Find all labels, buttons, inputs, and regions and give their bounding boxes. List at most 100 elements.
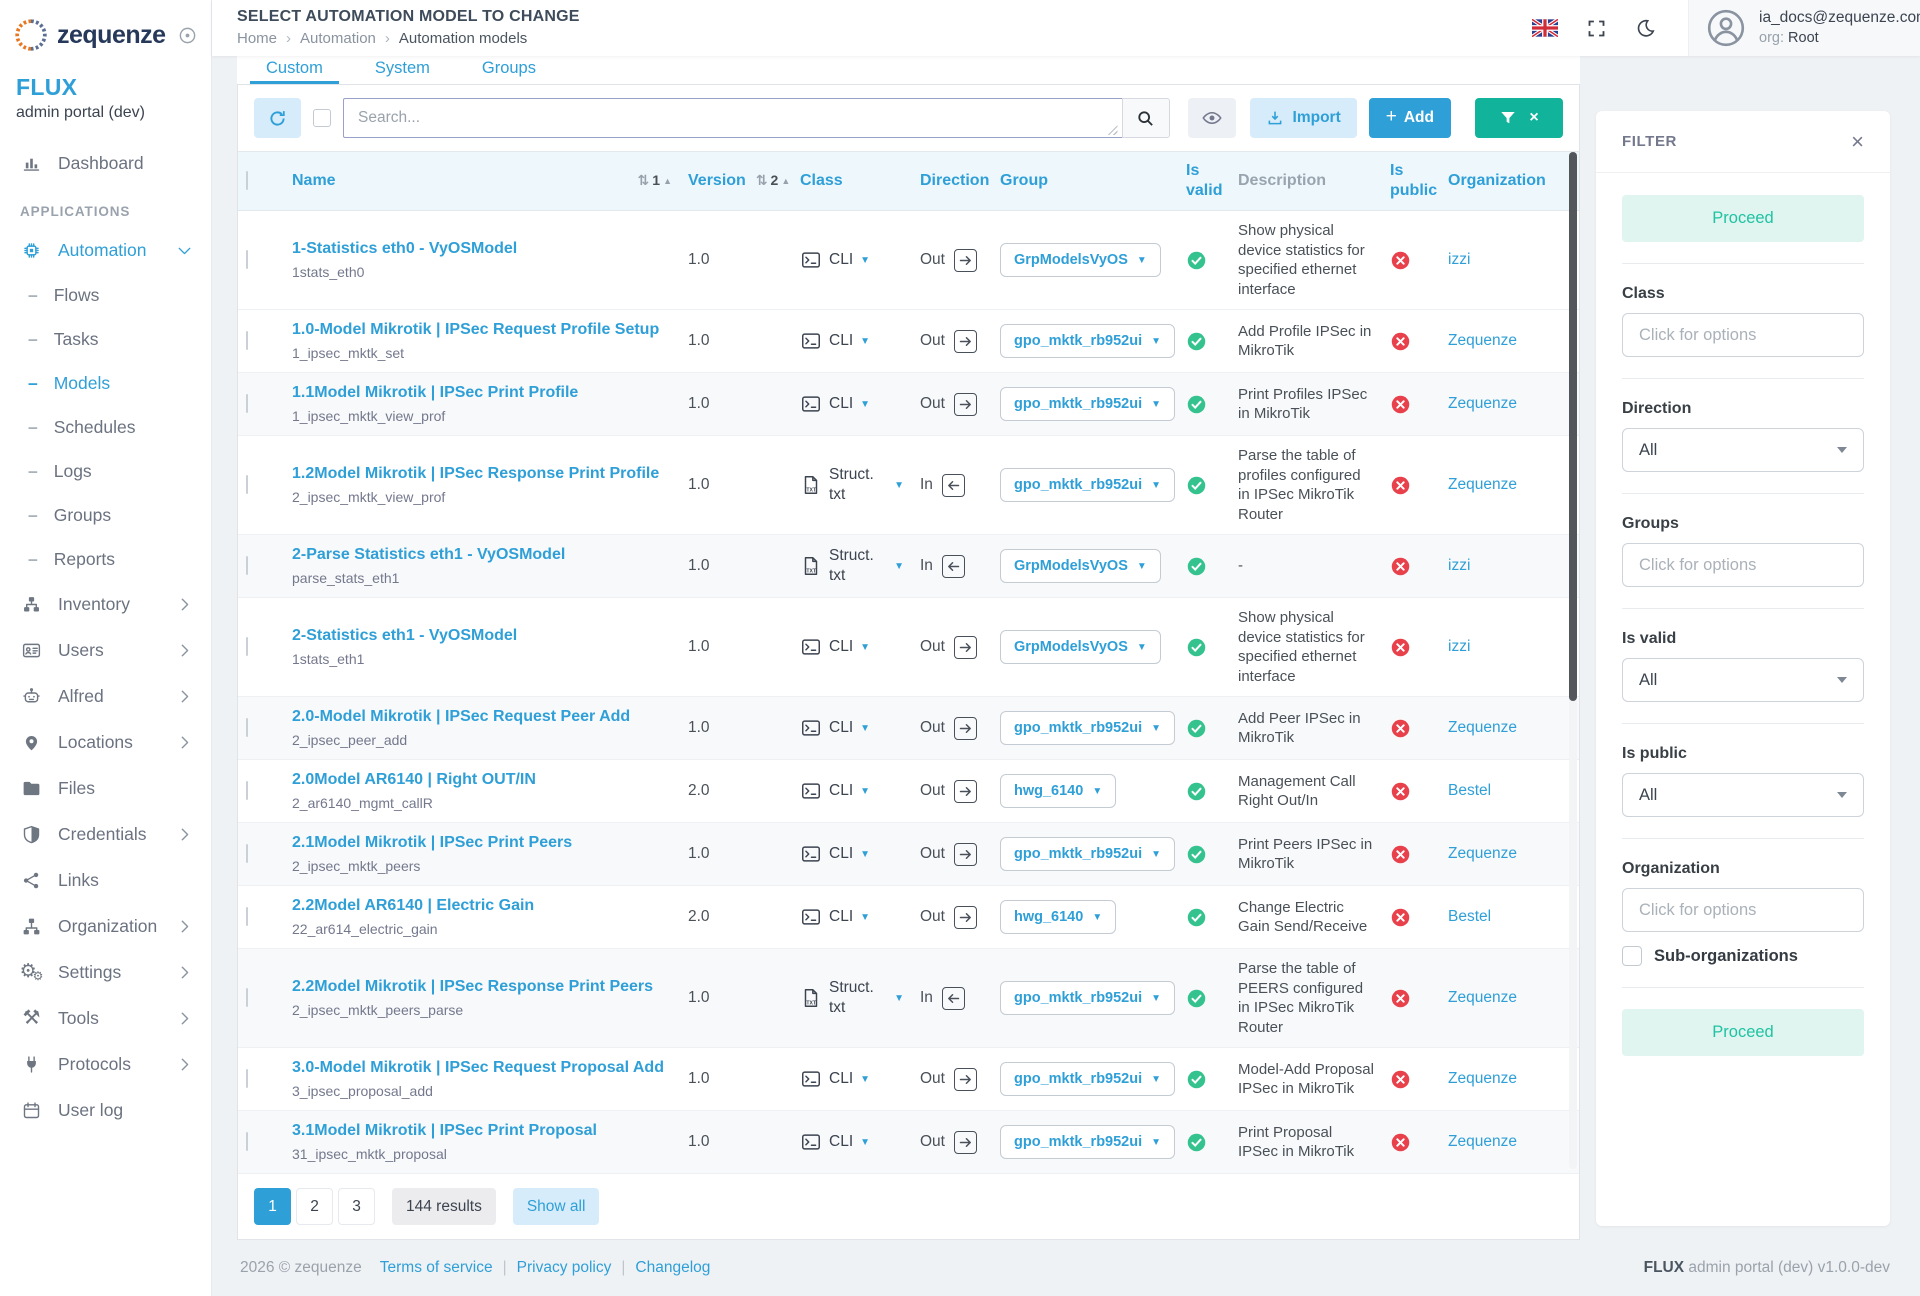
add-button[interactable]: + Add	[1369, 98, 1451, 138]
filter-select-is-public[interactable]: All	[1622, 773, 1864, 817]
sidebar-item-alfred[interactable]: Alfred	[0, 673, 211, 719]
preview-eye-button[interactable]	[1188, 98, 1236, 138]
tab-custom[interactable]: Custom	[250, 56, 339, 84]
sidebar-item-organization[interactable]: Organization	[0, 903, 211, 949]
dark-mode-moon-icon[interactable]	[1635, 18, 1656, 39]
breadcrumb-item-home[interactable]: Home	[237, 30, 277, 47]
select-all-checkbox[interactable]	[313, 109, 331, 127]
proceed-button-bottom[interactable]: Proceed	[1622, 1009, 1864, 1056]
row-checkbox[interactable]	[246, 1069, 248, 1088]
column-header-direction[interactable]: Direction	[912, 152, 992, 211]
organization-link[interactable]: izzi	[1448, 557, 1470, 574]
organization-link[interactable]: Zequenze	[1448, 395, 1517, 412]
column-header-is-valid[interactable]: Is valid	[1178, 152, 1230, 211]
page-button-1[interactable]: 1	[254, 1188, 291, 1225]
sidebar-item-flows[interactable]: –Flows	[0, 273, 211, 317]
sidebar-item-tasks[interactable]: –Tasks	[0, 317, 211, 361]
group-dropdown-button[interactable]: hwg_6140 ▼	[1000, 774, 1116, 808]
class-dropdown[interactable]: TXT. Struct. txt ▼	[800, 978, 904, 1018]
row-checkbox[interactable]	[246, 781, 248, 800]
organization-link[interactable]: Zequenze	[1448, 719, 1517, 736]
filter-close-icon[interactable]: ×	[1851, 131, 1864, 153]
footer-link-terms-of-service[interactable]: Terms of service	[380, 1259, 493, 1276]
group-dropdown-button[interactable]: gpo_mktk_rb952ui ▼	[1000, 1125, 1175, 1159]
class-dropdown[interactable]: CLI ▼	[800, 330, 904, 352]
organization-link[interactable]: Zequenze	[1448, 476, 1517, 493]
class-dropdown[interactable]: CLI ▼	[800, 906, 904, 928]
model-name-link[interactable]: 2.2Model AR6140 | Electric Gain	[292, 896, 672, 917]
footer-link-privacy-policy[interactable]: Privacy policy	[517, 1259, 612, 1276]
fullscreen-icon[interactable]	[1586, 18, 1607, 39]
tab-system[interactable]: System	[359, 56, 446, 84]
organization-link[interactable]: Bestel	[1448, 782, 1491, 799]
sidebar-item-settings[interactable]: ⚙⚙ Settings	[0, 949, 211, 995]
sidebar-item-users[interactable]: Users	[0, 627, 211, 673]
model-name-link[interactable]: 3.1Model Mikrotik | IPSec Print Proposal	[292, 1121, 672, 1142]
sidebar-item-locations[interactable]: Locations	[0, 719, 211, 765]
class-dropdown[interactable]: CLI ▼	[800, 249, 904, 271]
class-dropdown[interactable]: CLI ▼	[800, 717, 904, 739]
sidebar-item-groups[interactable]: –Groups	[0, 493, 211, 537]
model-name-link[interactable]: 2.1Model Mikrotik | IPSec Print Peers	[292, 833, 672, 854]
model-name-link[interactable]: 3.0-Model Mikrotik | IPSec Request Propo…	[292, 1058, 672, 1079]
row-checkbox[interactable]	[246, 907, 248, 926]
group-dropdown-button[interactable]: gpo_mktk_rb952ui ▼	[1000, 468, 1175, 502]
filter-select-is-valid[interactable]: All	[1622, 658, 1864, 702]
row-checkbox[interactable]	[246, 475, 248, 494]
class-dropdown[interactable]: TXT. Struct. txt ▼	[800, 546, 904, 586]
model-name-link[interactable]: 1-Statistics eth0 - VyOSModel	[292, 239, 672, 260]
model-name-link[interactable]: 2-Statistics eth1 - VyOSModel	[292, 626, 672, 647]
show-all-button[interactable]: Show all	[513, 1188, 600, 1225]
row-checkbox[interactable]	[246, 394, 248, 413]
footer-link-changelog[interactable]: Changelog	[635, 1259, 710, 1276]
row-checkbox[interactable]	[246, 250, 248, 269]
column-header-class[interactable]: Class	[792, 152, 912, 211]
group-dropdown-button[interactable]: hwg_6140 ▼	[1000, 900, 1116, 934]
model-name-link[interactable]: 2.2Model Mikrotik | IPSec Response Print…	[292, 977, 672, 998]
model-name-link[interactable]: 1.2Model Mikrotik | IPSec Response Print…	[292, 464, 672, 485]
organization-link[interactable]: Zequenze	[1448, 1070, 1517, 1087]
model-name-link[interactable]: 1.0-Model Mikrotik | IPSec Request Profi…	[292, 320, 672, 341]
group-dropdown-button[interactable]: gpo_mktk_rb952ui ▼	[1000, 981, 1175, 1015]
filter-toggle-button[interactable]: ×	[1475, 98, 1563, 138]
group-dropdown-button[interactable]: gpo_mktk_rb952ui ▼	[1000, 324, 1175, 358]
filter-picker-organization[interactable]: Click for options	[1622, 888, 1864, 932]
search-input[interactable]	[343, 98, 1122, 138]
class-dropdown[interactable]: CLI ▼	[800, 393, 904, 415]
row-checkbox[interactable]	[246, 844, 248, 863]
row-checkbox[interactable]	[246, 718, 248, 737]
organization-link[interactable]: Zequenze	[1448, 989, 1517, 1006]
column-header-group[interactable]: Group	[992, 152, 1178, 211]
sidebar-item-logs[interactable]: –Logs	[0, 449, 211, 493]
sidebar-item-files[interactable]: Files	[0, 765, 211, 811]
header-checkbox[interactable]	[246, 171, 248, 190]
filter-select-direction[interactable]: All	[1622, 428, 1864, 472]
sidebar-item-credentials[interactable]: Credentials	[0, 811, 211, 857]
model-name-link[interactable]: 2.0-Model Mikrotik | IPSec Request Peer …	[292, 707, 672, 728]
sub-organizations-checkbox[interactable]	[1622, 946, 1642, 966]
sub-organizations-checkbox-row[interactable]: Sub-organizations	[1622, 946, 1864, 966]
sidebar-item-user-log[interactable]: User log	[0, 1087, 211, 1133]
class-dropdown[interactable]: CLI ▼	[800, 636, 904, 658]
group-dropdown-button[interactable]: gpo_mktk_rb952ui ▼	[1000, 837, 1175, 871]
row-checkbox[interactable]	[246, 637, 248, 656]
group-dropdown-button[interactable]: GrpModelsVyOS ▼	[1000, 630, 1161, 664]
sidebar-item-automation[interactable]: Automation	[0, 227, 211, 273]
organization-link[interactable]: izzi	[1448, 251, 1470, 268]
filter-picker-groups[interactable]: Click for options	[1622, 543, 1864, 587]
page-button-2[interactable]: 2	[296, 1188, 333, 1225]
scrollbar-thumb[interactable]	[1569, 152, 1577, 701]
sidebar-item-inventory[interactable]: Inventory	[0, 581, 211, 627]
column-header-is-public[interactable]: Is public	[1382, 152, 1440, 211]
column-header-version[interactable]: Version ⇅2 ▲	[680, 152, 792, 211]
organization-link[interactable]: izzi	[1448, 638, 1470, 655]
sort-indicator-name[interactable]: ⇅1 ▲	[638, 172, 672, 190]
class-dropdown[interactable]: CLI ▼	[800, 1068, 904, 1090]
page-button-3[interactable]: 3	[338, 1188, 375, 1225]
model-name-link[interactable]: 2-Parse Statistics eth1 - VyOSModel	[292, 545, 672, 566]
sidebar-item-links[interactable]: Links	[0, 857, 211, 903]
import-button[interactable]: Import	[1250, 98, 1357, 138]
proceed-button-top[interactable]: Proceed	[1622, 195, 1864, 242]
model-name-link[interactable]: 1.1Model Mikrotik | IPSec Print Profile	[292, 383, 672, 404]
column-header-name[interactable]: Name ⇅1 ▲	[284, 152, 680, 211]
